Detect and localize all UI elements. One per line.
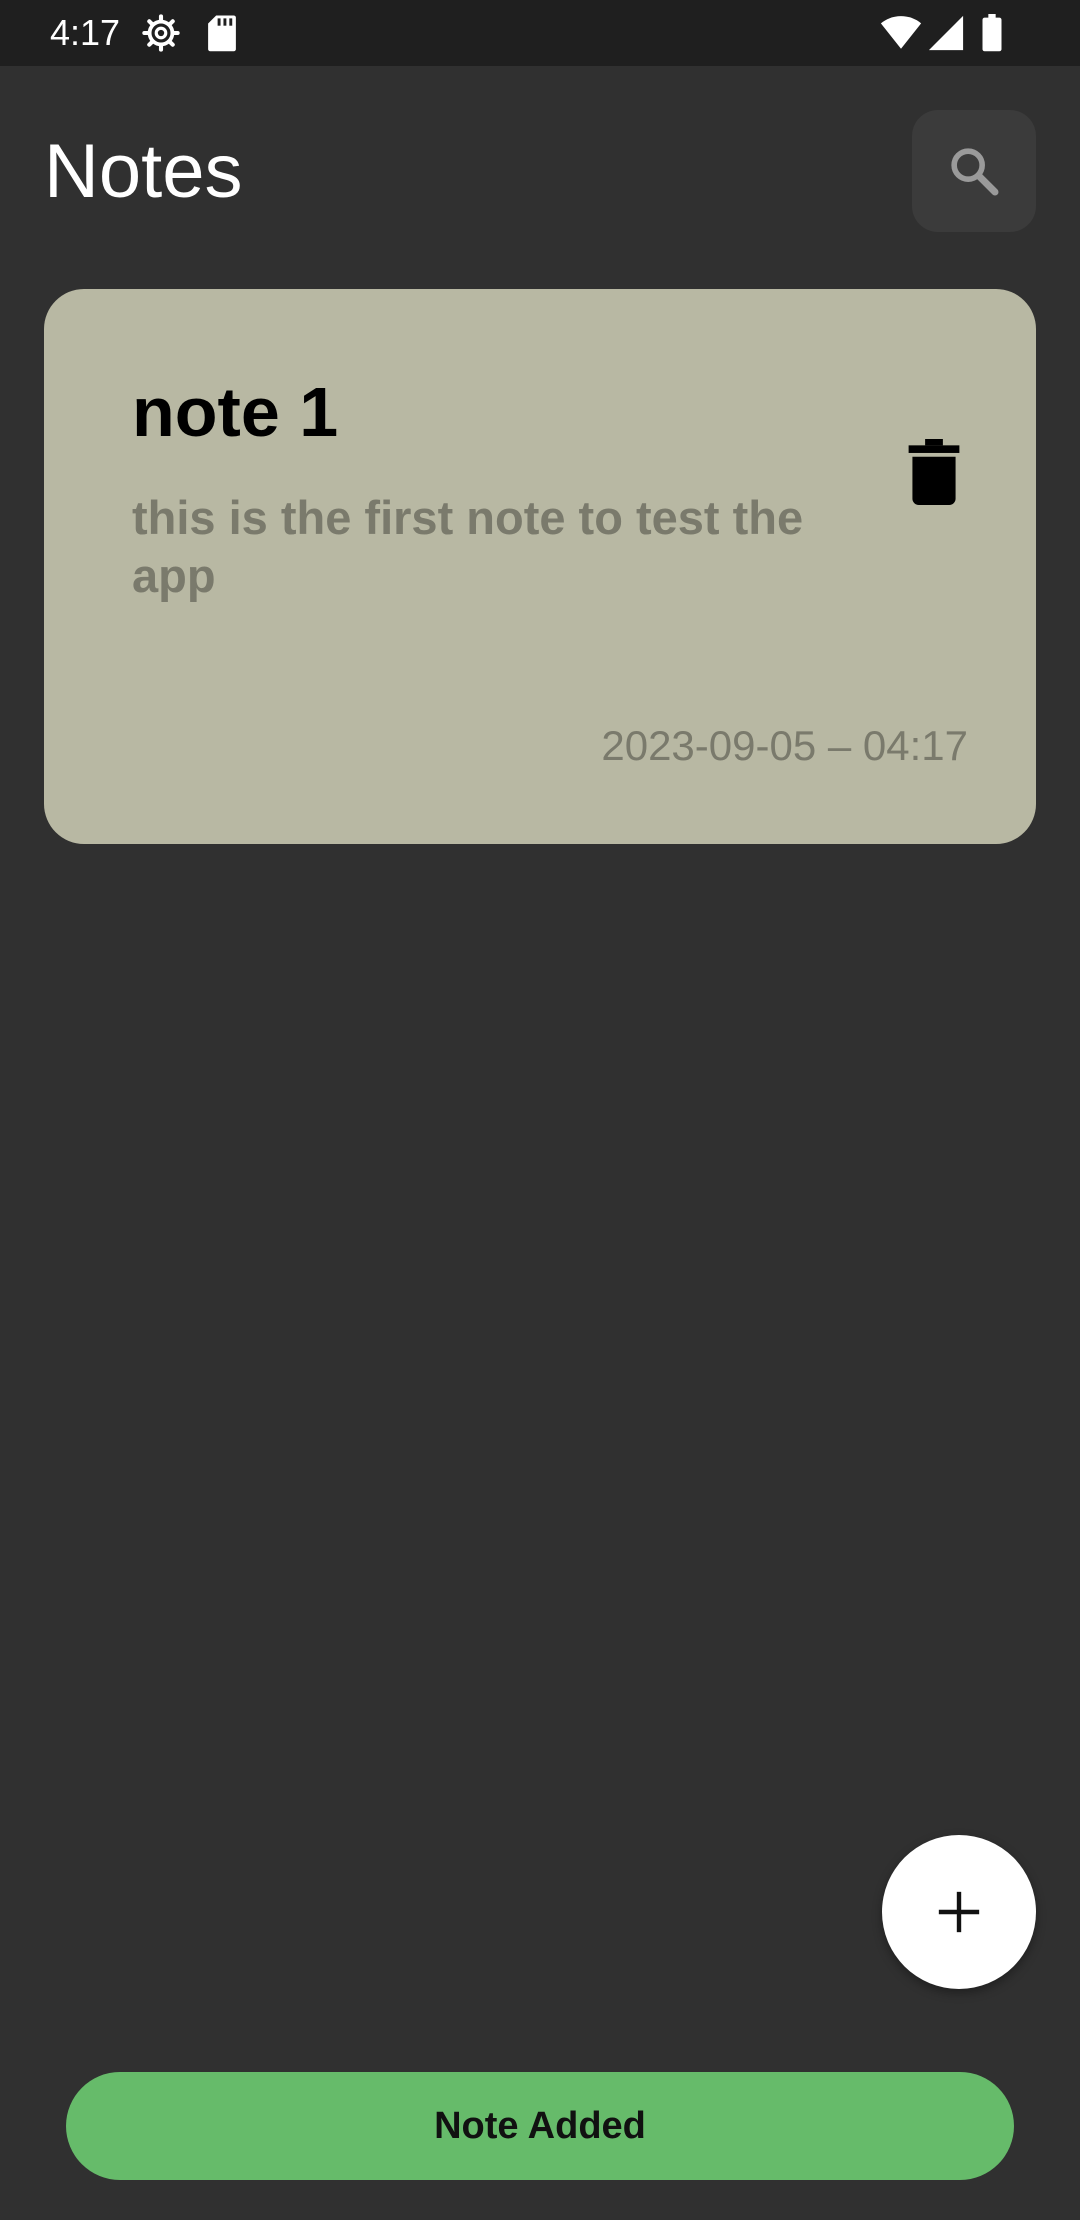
wifi-icon bbox=[880, 16, 922, 49]
battery-icon bbox=[982, 14, 1002, 52]
page-title: Notes bbox=[44, 129, 243, 214]
notes-screen: 4:17 Notes note 1 this is the first note… bbox=[0, 0, 1080, 2220]
delete-note-button[interactable] bbox=[894, 427, 974, 517]
note-timestamp: 2023-09-05 – 04:17 bbox=[601, 722, 968, 769]
sd-card-icon bbox=[208, 15, 236, 52]
snackbar: Note Added bbox=[66, 2072, 1014, 2180]
status-bar: 4:17 bbox=[0, 0, 1080, 66]
status-time: 4:17 bbox=[50, 12, 121, 53]
trash-icon bbox=[908, 439, 960, 505]
plus-icon bbox=[938, 1891, 980, 1933]
add-note-button[interactable] bbox=[882, 1835, 1036, 1989]
note-body: this is the first note to test the app bbox=[132, 491, 804, 602]
snackbar-message: Note Added bbox=[434, 2104, 646, 2147]
settings-gear-icon bbox=[142, 14, 180, 52]
note-card[interactable]: note 1 this is the first note to test th… bbox=[44, 289, 1036, 844]
note-title: note 1 bbox=[132, 373, 339, 451]
search-button[interactable] bbox=[912, 110, 1036, 232]
cell-signal-icon bbox=[928, 15, 964, 51]
search-icon bbox=[951, 148, 999, 196]
